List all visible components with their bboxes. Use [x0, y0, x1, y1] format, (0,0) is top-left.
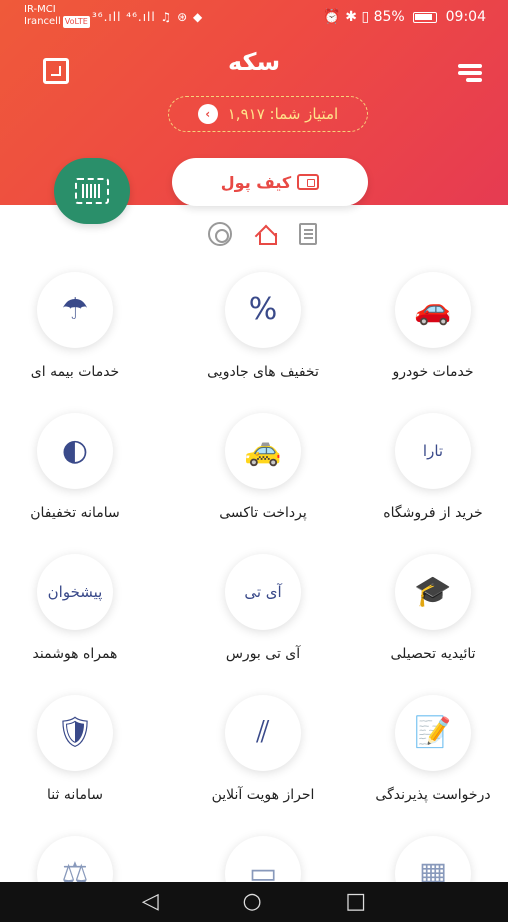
service-item[interactable]: % تخفیف های جادویی: [188, 272, 338, 392]
view-switcher: [208, 220, 320, 248]
service-icon-circle: 🎓: [395, 554, 471, 630]
battery-icon: [413, 11, 438, 23]
takhfifan-logo-icon: ◐: [61, 433, 89, 468]
carrier-info: IR-MCI Irancell VoLTE: [24, 4, 90, 28]
qr-scan-icon[interactable]: [43, 58, 69, 84]
service-icon-circle: آی تی: [225, 554, 301, 630]
service-icon-circle: 🛡: [37, 695, 113, 771]
battery-percent: 85%: [373, 9, 405, 25]
clock: 09:04: [445, 9, 486, 25]
chevron-left-icon: ‹: [197, 104, 218, 124]
home-nav-icon[interactable]: ○: [242, 891, 261, 913]
service-label: احراز هویت آنلاین: [211, 787, 315, 803]
document-pen-icon: 📝: [414, 715, 452, 750]
service-label: همراه هوشمند: [32, 646, 118, 662]
barcode-scan-button[interactable]: [54, 158, 130, 224]
car-service-icon: 🚗: [414, 292, 452, 327]
itbourse-logo-icon: آی تی: [244, 582, 282, 601]
wallet-icon: [297, 174, 320, 190]
wallet-tab[interactable]: کیف پول: [172, 158, 368, 206]
service-icon-circle: %: [225, 272, 301, 348]
home-icon[interactable]: [254, 222, 278, 246]
service-item[interactable]: 🛡 سامانه ثنا: [0, 695, 150, 815]
points-label: امتیاز شما: ۱,۹۱۷: [227, 105, 339, 123]
list-icon[interactable]: [299, 223, 317, 245]
service-item[interactable]: ◐ سامانه تخفیفان: [0, 413, 150, 533]
android-nav-bar: ◁ ○ □: [0, 882, 508, 922]
points-pill[interactable]: ‹ امتیاز شما: ۱,۹۱۷: [168, 96, 368, 132]
carrier-name-1: IR-MCI: [24, 4, 56, 15]
service-icon-circle: ☂: [37, 272, 113, 348]
service-label: خدمات بیمه ای: [30, 364, 120, 380]
carrier-name-2: Irancell VoLTE: [24, 16, 90, 28]
service-label: سامانه تخفیفان: [30, 505, 120, 521]
service-item[interactable]: تارا خرید از فروشگاه: [358, 413, 508, 533]
service-icon-circle: 📝: [395, 695, 471, 771]
status-bar: IR-MCI Irancell VoLTE ³⁶.ıll ⁴⁶.ıll ♫ ⊛ ◆…: [0, 0, 508, 34]
tara-logo-icon: تارا: [422, 441, 444, 460]
service-label: تخفیف های جادویی: [207, 364, 319, 380]
service-label: درخواست پذیرندگی: [375, 787, 491, 803]
menu-icon[interactable]: [458, 64, 482, 82]
online-identity-icon: ⫽: [256, 715, 270, 750]
service-label: خدمات خودرو: [392, 364, 474, 380]
service-label: آی تی بورس: [225, 646, 301, 662]
service-icon-circle: ⫽: [225, 695, 301, 771]
volte-badge: VoLTE: [62, 16, 90, 28]
service-item[interactable]: ⫽ احراز هویت آنلاین: [188, 695, 338, 815]
service-item[interactable]: ☂ خدمات بیمه ای: [0, 272, 150, 392]
discount-badge-icon: %: [248, 292, 278, 327]
barcode-icon: [75, 178, 109, 204]
wallet-label: کیف پول: [220, 172, 292, 192]
insurance-umbrella-icon: ☂: [61, 292, 89, 327]
service-icon-circle: تارا: [395, 413, 471, 489]
signal-icons: ³⁶.ıll ⁴⁶.ıll ♫ ⊛ ◆: [92, 10, 204, 24]
service-label: پرداخت تاکسی: [219, 505, 307, 521]
service-icon-circle: 🚗: [395, 272, 471, 348]
service-item[interactable]: پیشخوان همراه هوشمند: [0, 554, 150, 674]
service-item[interactable]: آی تی آی تی بورس: [188, 554, 338, 674]
status-right: ⏰ ✱ ▯ 85% 09:04: [323, 9, 486, 25]
app-title: سکه: [227, 48, 281, 76]
service-label: سامانه ثنا: [47, 787, 103, 803]
service-icon-circle: پیشخوان: [37, 554, 113, 630]
recent-apps-icon[interactable]: □: [345, 891, 366, 913]
graduation-cap-icon: 🎓: [414, 574, 452, 609]
service-icon-circle: 🚕: [225, 413, 301, 489]
alarm-bluetooth-icons: ⏰ ✱ ▯: [323, 9, 374, 25]
sana-shield-icon: 🛡: [55, 715, 95, 750]
service-item[interactable]: 🚗 خدمات خودرو: [358, 272, 508, 392]
service-item[interactable]: 🚕 پرداخت تاکسی: [188, 413, 338, 533]
service-icon-circle: ◐: [37, 413, 113, 489]
back-icon[interactable]: ◁: [142, 891, 159, 913]
taxi-icon: 🚕: [244, 433, 282, 468]
service-item[interactable]: 🎓 تائیدیه تحصیلی: [358, 554, 508, 674]
service-label: تائیدیه تحصیلی: [390, 646, 476, 662]
service-item[interactable]: 📝 درخواست پذیرندگی: [358, 695, 508, 815]
service-label: خرید از فروشگاه: [383, 505, 483, 521]
hamrah-hooshmand-logo-icon: پیشخوان: [47, 582, 103, 601]
target-icon[interactable]: [208, 222, 232, 246]
